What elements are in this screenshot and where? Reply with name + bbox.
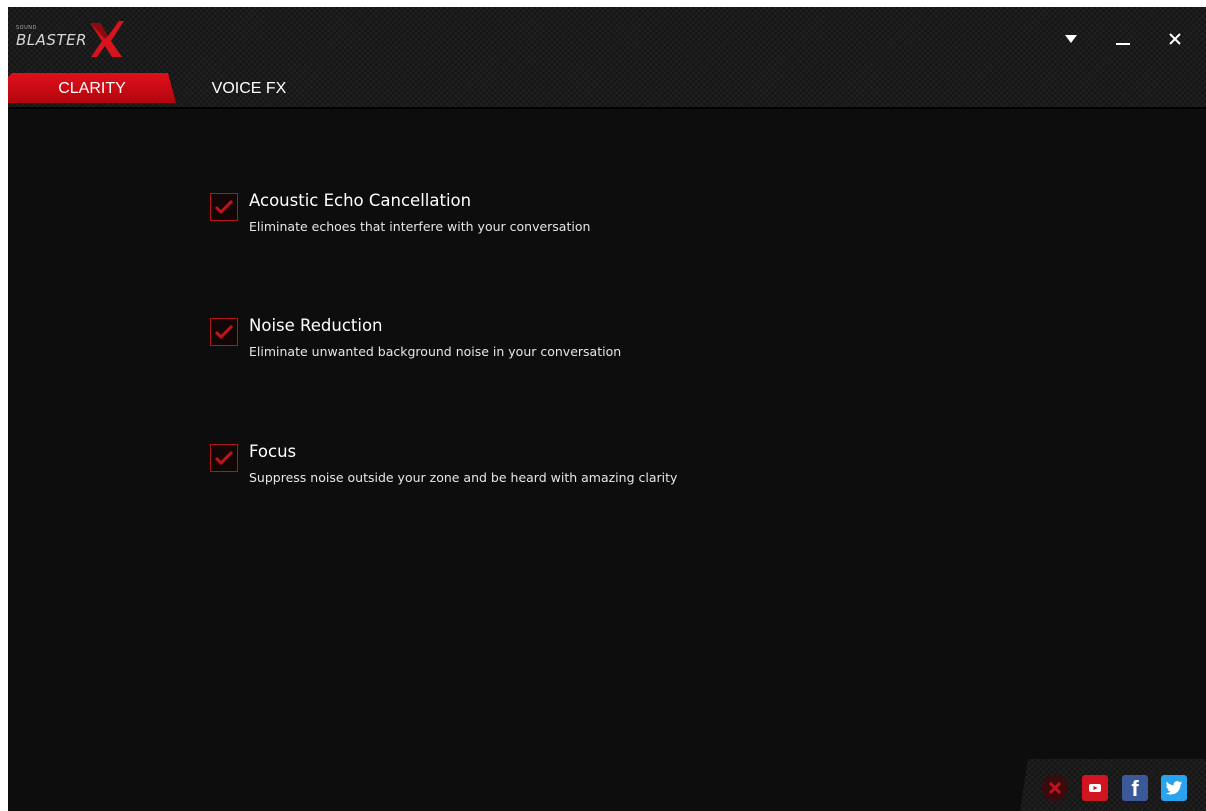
acoustic-echo-checkbox[interactable] [210, 193, 238, 221]
focus-checkbox[interactable] [210, 444, 238, 472]
option-title: Noise Reduction [249, 316, 383, 335]
youtube-icon[interactable] [1082, 775, 1108, 801]
logo-text: BLASTER [16, 31, 87, 49]
tab-clarity[interactable]: CLARITY [8, 73, 176, 103]
clarity-panel: Acoustic Echo Cancellation Eliminate ech… [8, 107, 1206, 811]
close-icon[interactable] [1164, 29, 1186, 49]
option-noise-reduction: Noise Reduction Eliminate unwanted backg… [210, 316, 810, 378]
option-description: Eliminate echoes that interfere with you… [249, 219, 591, 234]
social-bar: f [1020, 759, 1206, 811]
option-description: Suppress noise outside your zone and be … [249, 470, 678, 485]
window-controls [1060, 29, 1186, 49]
title-bar: SOUND BLASTER CLARITY VOICE FX [8, 7, 1206, 109]
tab-bar: CLARITY VOICE FX [8, 73, 1206, 103]
option-title: Acoustic Echo Cancellation [249, 191, 472, 210]
option-focus: Focus Suppress noise outside your zone a… [210, 442, 810, 504]
option-title: Focus [249, 442, 297, 461]
logo-x-mark-icon [90, 21, 124, 57]
minimize-icon[interactable] [1112, 29, 1134, 49]
tab-voice-fx[interactable]: VOICE FX [194, 73, 304, 103]
option-acoustic-echo-cancellation: Acoustic Echo Cancellation Eliminate ech… [210, 191, 810, 253]
noise-reduction-checkbox[interactable] [210, 318, 238, 346]
facebook-icon[interactable]: f [1122, 775, 1148, 801]
checkmark-icon [215, 325, 233, 339]
blasterx-icon[interactable] [1042, 775, 1068, 801]
option-description: Eliminate unwanted background noise in y… [249, 344, 622, 359]
checkmark-icon [215, 451, 233, 465]
twitter-icon[interactable] [1161, 775, 1187, 801]
dropdown-icon[interactable] [1060, 29, 1082, 49]
checkmark-icon [215, 200, 233, 214]
app-window: SOUND BLASTER CLARITY VOICE FX Acoustic … [8, 7, 1206, 811]
blasterx-logo: SOUND BLASTER [14, 17, 124, 61]
